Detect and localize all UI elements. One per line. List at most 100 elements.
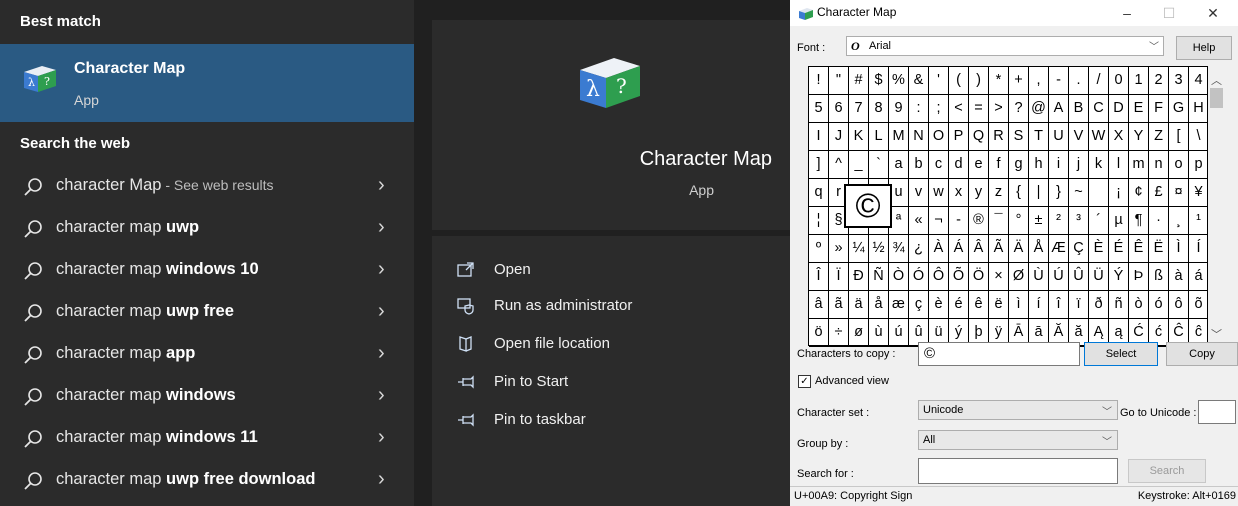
character-cell[interactable]: e [969,151,989,179]
character-cell[interactable]: { [1009,179,1029,207]
character-cell[interactable]: ° [1009,207,1029,235]
scrollbar-thumb[interactable] [1210,88,1223,108]
character-cell[interactable]: â [809,291,829,319]
character-cell[interactable]: K [849,123,869,151]
character-cell[interactable]: + [1009,67,1029,95]
character-cell[interactable]: J [829,123,849,151]
character-cell[interactable]: è [929,291,949,319]
character-cell[interactable]: ß [1149,263,1169,291]
character-cell[interactable]: " [829,67,849,95]
web-result-item[interactable]: character Map - See web results › [0,164,414,206]
character-cell[interactable]: j [1069,151,1089,179]
character-cell[interactable]: Q [969,123,989,151]
character-cell[interactable]: U [1049,123,1069,151]
character-cell[interactable]: ¤ [1169,179,1189,207]
character-cell[interactable]: v [909,179,929,207]
character-cell[interactable]: æ [889,291,909,319]
character-cell[interactable]: Á [949,235,969,263]
character-cell[interactable]: · [1149,207,1169,235]
character-cell[interactable]: ¿ [909,235,929,263]
character-cell[interactable]: L [869,123,889,151]
character-cell[interactable]: F [1149,95,1169,123]
character-cell[interactable]: ^ [829,151,849,179]
character-cell[interactable]: Ç [1069,235,1089,263]
select-button[interactable]: Select [1084,342,1158,366]
character-cell[interactable]: ' [929,67,949,95]
character-cell[interactable]: i [1049,151,1069,179]
character-cell[interactable]: T [1029,123,1049,151]
character-cell[interactable] [1089,179,1109,207]
character-cell[interactable]: h [1029,151,1049,179]
character-cell[interactable]: ½ [869,235,889,263]
character-cell[interactable]: C [1089,95,1109,123]
chevron-right-icon[interactable]: › [378,206,385,248]
chevron-right-icon[interactable]: › [378,248,385,290]
character-cell[interactable]: Ü [1089,263,1109,291]
character-cell[interactable]: ¥ [1189,179,1209,207]
character-cell[interactable]: ± [1029,207,1049,235]
character-cell[interactable]: ! [809,67,829,95]
character-cell[interactable]: M [889,123,909,151]
character-cell[interactable]: Y [1129,123,1149,151]
character-cell[interactable]: o [1169,151,1189,179]
chevron-right-icon[interactable]: › [378,164,385,206]
character-cell[interactable]: ä [849,291,869,319]
character-cell[interactable]: 1 [1129,67,1149,95]
character-cell[interactable]: E [1129,95,1149,123]
character-cell[interactable]: , [1029,67,1049,95]
character-cell[interactable]: ç [909,291,929,319]
character-cell[interactable]: ø [849,319,869,347]
character-cell[interactable]: ( [949,67,969,95]
web-result-item[interactable]: character map windows › [0,374,414,416]
character-cell[interactable]: ¢ [1129,179,1149,207]
character-cell[interactable]: 3 [1169,67,1189,95]
character-cell[interactable]: ê [969,291,989,319]
advanced-view-checkbox[interactable]: ✓ [798,375,811,388]
chevron-right-icon[interactable]: › [378,290,385,332]
maximize-button[interactable]: ☐ [1148,0,1190,26]
character-cell[interactable]: µ [1109,207,1129,235]
character-cell[interactable]: ë [989,291,1009,319]
scroll-up-icon[interactable]: ︿ [1211,72,1222,88]
character-cell[interactable]: m [1129,151,1149,179]
characters-to-copy-field[interactable]: © [918,342,1080,366]
web-result-item[interactable]: character map uwp free download › [0,458,414,500]
character-cell[interactable]: A [1049,95,1069,123]
character-cell[interactable]: Þ [1129,263,1149,291]
character-cell[interactable]: k [1089,151,1109,179]
search-for-field[interactable] [918,458,1118,484]
character-cell[interactable]: õ [1189,291,1209,319]
chevron-right-icon[interactable]: › [378,416,385,458]
character-cell[interactable]: ¹ [1189,207,1209,235]
character-cell[interactable]: | [1029,179,1049,207]
character-cell[interactable]: ¾ [889,235,909,263]
character-cell[interactable]: p [1189,151,1209,179]
character-cell[interactable]: g [1009,151,1029,179]
character-cell[interactable]: ` [869,151,889,179]
character-cell[interactable]: º [809,235,829,263]
character-cell[interactable]: å [869,291,889,319]
close-button[interactable]: ✕ [1192,0,1234,26]
character-cell[interactable]: Ä [1009,235,1029,263]
character-cell[interactable]: » [829,235,849,263]
character-cell[interactable]: 0 [1109,67,1129,95]
character-cell[interactable]: c [929,151,949,179]
character-cell[interactable]: ¡ [1109,179,1129,207]
character-cell[interactable]: ³ [1069,207,1089,235]
character-cell[interactable]: Û [1069,263,1089,291]
character-cell[interactable]: Ô [929,263,949,291]
character-cell[interactable]: f [989,151,1009,179]
character-cell[interactable]: X [1109,123,1129,151]
character-cell[interactable]: Æ [1049,235,1069,263]
character-cell[interactable]: ò [1129,291,1149,319]
character-cell[interactable]: ó [1149,291,1169,319]
character-cell[interactable]: ¶ [1129,207,1149,235]
character-cell[interactable]: Í [1189,235,1209,263]
character-cell[interactable]: ] [809,151,829,179]
character-cell[interactable]: P [949,123,969,151]
character-cell[interactable]: / [1089,67,1109,95]
character-cell[interactable]: x [949,179,969,207]
character-cell[interactable]: H [1189,95,1209,123]
character-cell[interactable]: Ì [1169,235,1189,263]
character-cell[interactable]: & [909,67,929,95]
